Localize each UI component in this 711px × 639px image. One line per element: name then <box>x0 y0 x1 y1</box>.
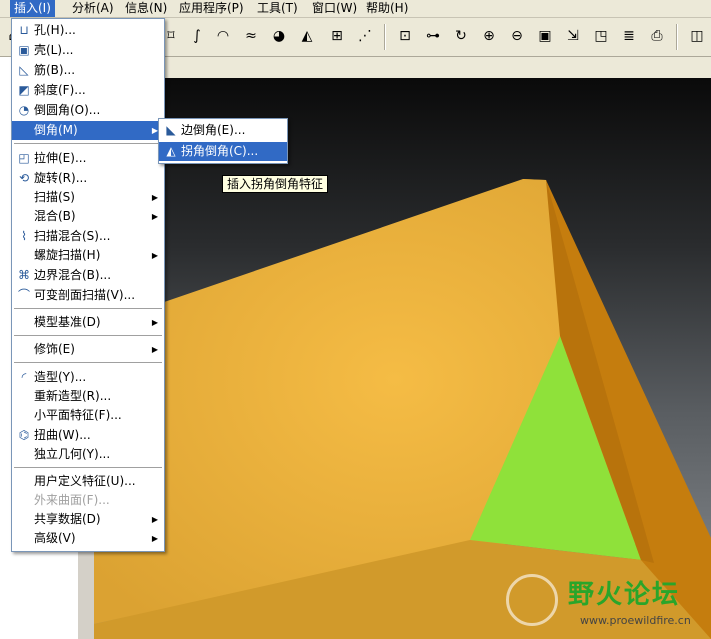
menu-item-restyle[interactable]: 重新造型(R)... <box>12 387 164 406</box>
menu-item-style[interactable]: ◜ 造型(Y)... <box>12 368 164 387</box>
butterfly-logo-icon <box>506 574 558 626</box>
extrude-icon: ◰ <box>18 151 30 165</box>
reorient-icon[interactable]: ⇲ <box>562 25 584 47</box>
swept-blend-icon: ⌇ <box>21 229 27 243</box>
wireframe-display-icon[interactable]: ◫ <box>686 25 708 47</box>
curvature-analysis-icon[interactable]: ◠ <box>212 25 234 47</box>
menu-item-rib[interactable]: ◺ 筋(B)... <box>12 61 164 80</box>
layers-icon[interactable]: ≣ <box>618 25 640 47</box>
insert-menu: ⊔ 孔(H)... ▣ 壳(L)... ◺ 筋(B)... ◩ 斜度(F)... ◔ 倒圆… <box>11 18 165 552</box>
menu-item-extrude[interactable]: ◰ 拉伸(E)... <box>12 149 164 168</box>
edge-chamfer-icon: ◣ <box>166 123 176 137</box>
watermark-title: 野火论坛 <box>568 580 681 610</box>
menu-tools[interactable]: 工具(T) <box>253 0 302 17</box>
menu-window[interactable]: 窗口(W) <box>308 0 361 17</box>
menu-item-helical-sweep[interactable]: 螺旋扫描(H) ▶ <box>12 246 164 265</box>
style-icon: ◜ <box>21 370 27 384</box>
menu-separator <box>14 143 162 144</box>
menu-item-edge-chamfer[interactable]: ◣ 边倒角(E)... <box>159 121 287 140</box>
hole-icon: ⊔ <box>19 23 29 37</box>
round-icon: ◔ <box>18 103 30 117</box>
shell-icon: ▣ <box>18 43 30 57</box>
menu-item-draft[interactable]: ◩ 斜度(F)... <box>12 81 164 100</box>
submenu-arrow-icon: ▶ <box>151 193 158 202</box>
menu-item-model-datum[interactable]: 模型基准(D) ▶ <box>12 313 164 332</box>
submenu-arrow-icon: ▶ <box>151 345 158 354</box>
menu-info[interactable]: 信息(N) <box>121 0 171 17</box>
menu-separator <box>14 362 162 363</box>
watermark-url: www.proewildfire.cn <box>580 614 691 627</box>
menu-item-shell[interactable]: ▣ 壳(L)... <box>12 41 164 60</box>
curve-tool-icon[interactable]: ∫ <box>186 25 208 47</box>
toolbar-separator <box>384 24 386 50</box>
menu-item-hole[interactable]: ⊔ 孔(H)... <box>12 21 164 40</box>
spin-center-icon[interactable]: ↻ <box>450 25 472 47</box>
revolve-icon: ⟲ <box>18 171 30 185</box>
submenu-arrow-icon: ▶ <box>151 251 158 260</box>
menu-analysis[interactable]: 分析(A) <box>68 0 118 17</box>
submenu-arrow-icon: ▶ <box>151 534 158 543</box>
menu-item-corner-chamfer[interactable]: ◭ 拐角倒角(C)... <box>159 142 287 161</box>
menu-separator <box>14 335 162 336</box>
model-check-icon[interactable]: ⋰ <box>354 25 376 47</box>
corner-chamfer-icon: ◭ <box>166 144 176 158</box>
menu-applications[interactable]: 应用程序(P) <box>175 0 248 17</box>
wave-analysis-icon[interactable]: ≈ <box>240 25 262 47</box>
menu-item-blend[interactable]: 混合(B) ▶ <box>12 207 164 226</box>
menu-item-chamfer[interactable]: 倒角(M) ▶ <box>12 121 164 140</box>
zoom-in-icon[interactable]: ⊕ <box>478 25 500 47</box>
watermark: 野火论坛 www.proewildfire.cn <box>500 568 711 639</box>
view-manager-icon[interactable]: ⊡ <box>394 25 416 47</box>
menu-item-variable-section-sweep[interactable]: ⌒ 可变剖面扫描(V)... <box>12 286 164 305</box>
menu-item-cosmetic[interactable]: 修饰(E) ▶ <box>12 340 164 359</box>
menu-item-warp[interactable]: ⌬ 扭曲(W)... <box>12 426 164 445</box>
menu-item-round[interactable]: ◔ 倒圆角(O)... <box>12 101 164 120</box>
menu-insert[interactable]: 插入(I) <box>10 0 55 17</box>
menu-item-sweep[interactable]: 扫描(S) ▶ <box>12 188 164 207</box>
measure-tool-icon[interactable]: ⊞ <box>326 25 348 47</box>
tooltip: 插入拐角倒角特征 <box>222 175 329 193</box>
menu-item-boundary-blend[interactable]: ⌘ 边界混合(B)... <box>12 266 164 285</box>
warp-icon: ⌬ <box>18 428 30 442</box>
refit-icon[interactable]: ▣ <box>534 25 556 47</box>
menu-item-independent-geometry[interactable]: 独立几何(Y)... <box>12 445 164 464</box>
menu-item-foreign-surface: 外来曲面(F)... <box>34 493 110 507</box>
submenu-arrow-icon: ▶ <box>151 212 158 221</box>
rib-icon: ◺ <box>19 63 29 77</box>
print-icon[interactable]: ⎙ <box>646 25 668 47</box>
viewport-header <box>94 57 711 78</box>
draft-analysis-icon[interactable]: ◭ <box>296 25 318 47</box>
menu-item-facet-feature[interactable]: 小平面特征(F)... <box>12 406 164 425</box>
saved-views-icon[interactable]: ◳ <box>590 25 612 47</box>
chamfer-submenu: ◣ 边倒角(E)... ◭ 拐角倒角(C)... <box>158 118 288 164</box>
zoom-out-icon[interactable]: ⊖ <box>506 25 528 47</box>
menu-item-swept-blend[interactable]: ⌇ 扫描混合(S)... <box>12 227 164 246</box>
toolbar-separator <box>676 24 678 50</box>
menu-item-revolve[interactable]: ⟲ 旋转(R)... <box>12 169 164 188</box>
draft-icon: ◩ <box>18 83 30 97</box>
submenu-arrow-icon: ▶ <box>151 318 158 327</box>
menu-help[interactable]: 帮助(H) <box>362 0 412 17</box>
datum-display-icon[interactable]: ⊶ <box>422 25 444 47</box>
submenu-arrow-icon: ▶ <box>151 515 158 524</box>
menu-item-advanced[interactable]: 高级(V) ▶ <box>12 529 164 548</box>
menu-bar: 插入(I) 分析(A) 信息(N) 应用程序(P) 工具(T) 窗口(W) 帮助… <box>0 0 711 18</box>
variable-section-sweep-icon: ⌒ <box>17 288 30 302</box>
menu-separator <box>14 308 162 309</box>
menu-item-user-defined-feature[interactable]: 用户定义特征(U)... <box>12 472 164 491</box>
menu-item-shared-data[interactable]: 共享数据(D) ▶ <box>12 510 164 529</box>
boundary-blend-icon: ⌘ <box>18 268 30 282</box>
menu-separator <box>14 467 162 468</box>
color-analysis-icon[interactable]: ◕ <box>268 25 290 47</box>
